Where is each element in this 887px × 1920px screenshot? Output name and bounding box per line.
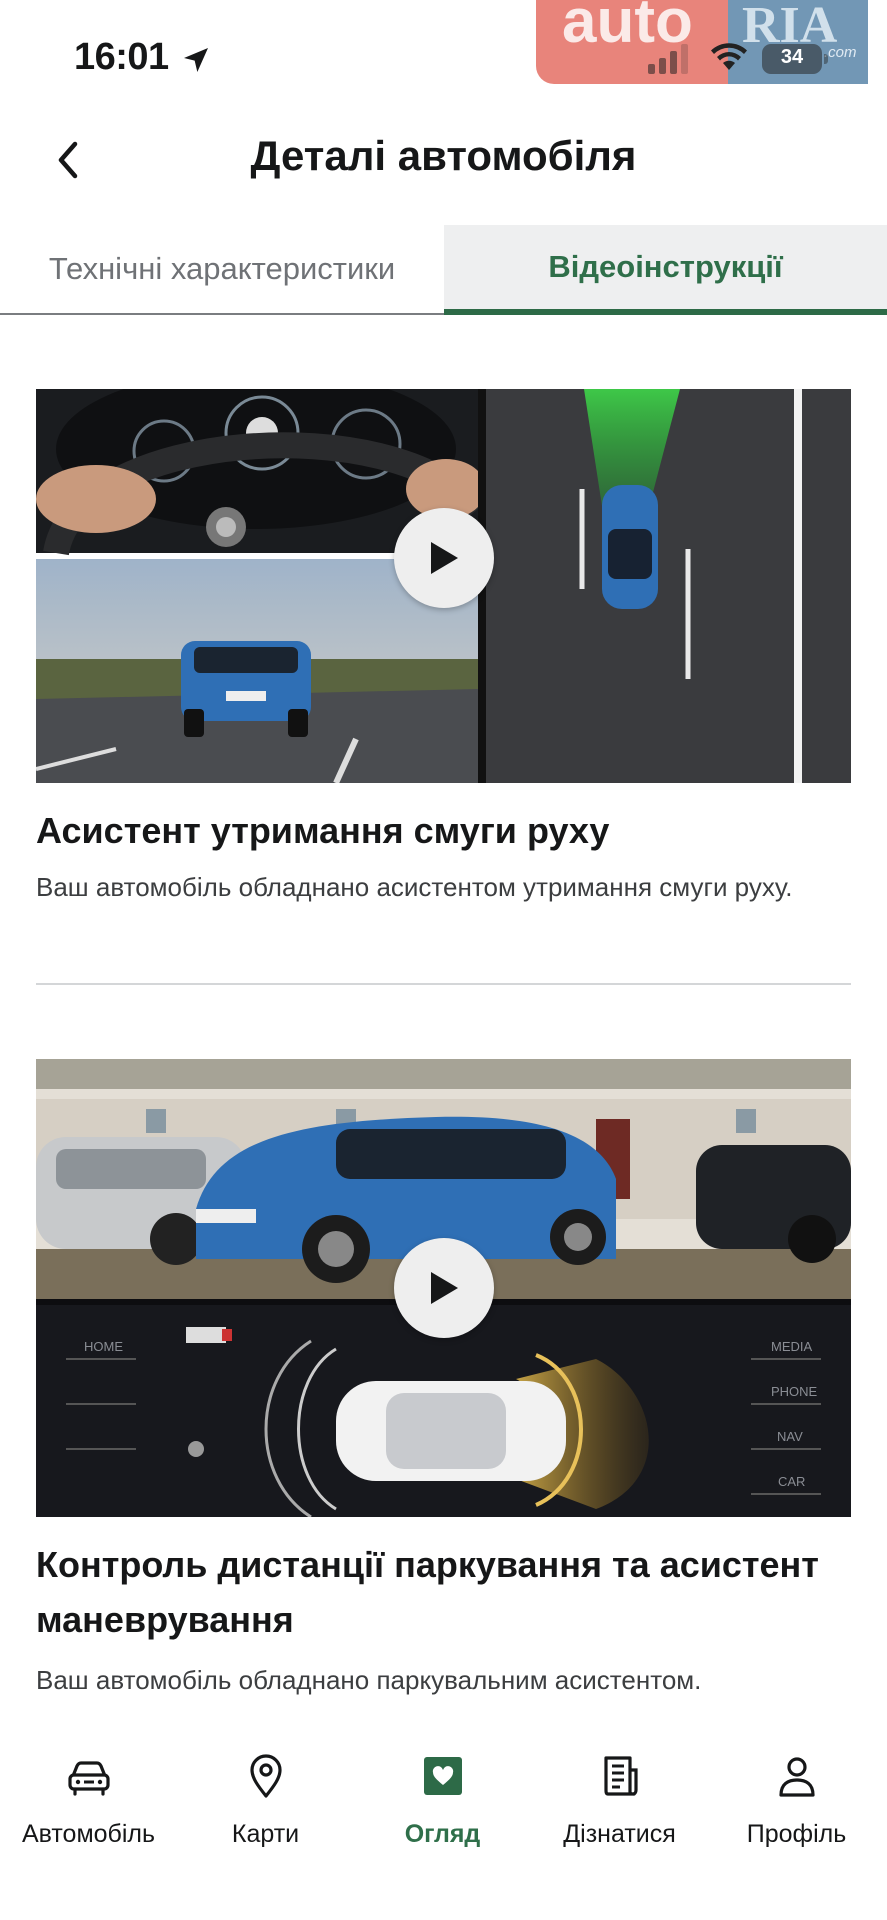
screen-menu-phone: PHONE — [771, 1384, 818, 1399]
video-card[interactable]: Асистент утримання смуги руху Ваш автомо… — [36, 389, 851, 906]
battery-level: 34 — [780, 46, 804, 68]
heart-box-icon — [423, 1757, 462, 1795]
status-bar: 16:01 auto RIA .com 34 — [0, 0, 887, 100]
nav-item-maps[interactable]: Карти — [177, 1752, 354, 1872]
video-thumbnail-parking-assist[interactable]: HOME MEDIA PHONE NAV CAR — [36, 1059, 851, 1517]
screen-menu-nav: NAV — [777, 1429, 803, 1444]
bottom-navigation: Автомобіль Карти Огляд Дізнатися Профіль — [0, 1722, 887, 1920]
tab-bar: Технічні характеристики Відеоінструкції — [0, 225, 887, 315]
video-description: Ваш автомобіль обладнано паркувальним ас… — [36, 1665, 702, 1695]
screen-menu-media: MEDIA — [771, 1339, 813, 1354]
nav-label: Огляд — [404, 1820, 481, 1848]
play-button[interactable] — [394, 1238, 494, 1338]
video-title: Контроль дистанції паркування та асистен… — [36, 1544, 819, 1640]
nav-label: Карти — [231, 1820, 300, 1848]
header: Деталі автомобіля — [0, 110, 887, 210]
video-thumbnail-lane-assist[interactable] — [36, 389, 851, 783]
watermark-left: auto — [536, 0, 728, 84]
nav-item-car[interactable]: Автомобіль — [0, 1752, 177, 1872]
divider — [36, 983, 851, 985]
map-pin-icon — [249, 1754, 282, 1798]
watermark-suffix: .com — [824, 44, 857, 61]
status-time: 16:01 — [74, 36, 169, 78]
nav-item-profile[interactable]: Профіль — [708, 1752, 885, 1872]
tab-technical-specs[interactable]: Технічні характеристики — [0, 225, 444, 315]
screen-menu-home: HOME — [84, 1339, 123, 1354]
car-icon — [67, 1761, 110, 1796]
user-icon — [778, 1757, 815, 1797]
tab-video-instructions[interactable]: Відеоінструкції — [444, 225, 887, 315]
location-arrow-icon — [184, 48, 208, 72]
nav-label: Автомобіль — [21, 1820, 156, 1848]
nav-item-overview[interactable]: Огляд — [354, 1752, 531, 1872]
video-card[interactable]: HOME MEDIA PHONE NAV CAR Контроль дистан… — [36, 1059, 851, 1699]
nav-label: Профіль — [746, 1820, 847, 1848]
play-icon — [431, 542, 458, 574]
page-title: Деталі автомобіля — [250, 132, 637, 179]
screen-menu-car: CAR — [778, 1474, 805, 1489]
play-icon — [431, 1272, 458, 1304]
cellular-signal-icon — [648, 44, 688, 74]
wifi-icon — [711, 43, 747, 70]
battery-icon: 34 — [762, 44, 828, 76]
video-title: Асистент утримання смуги руху — [36, 810, 610, 851]
video-description: Ваш автомобіль обладнано асистентом утри… — [36, 872, 793, 902]
play-button[interactable] — [394, 508, 494, 608]
document-icon — [603, 1756, 638, 1796]
nav-label: Дізнатися — [563, 1820, 676, 1848]
nav-item-learn[interactable]: Дізнатися — [531, 1752, 708, 1872]
